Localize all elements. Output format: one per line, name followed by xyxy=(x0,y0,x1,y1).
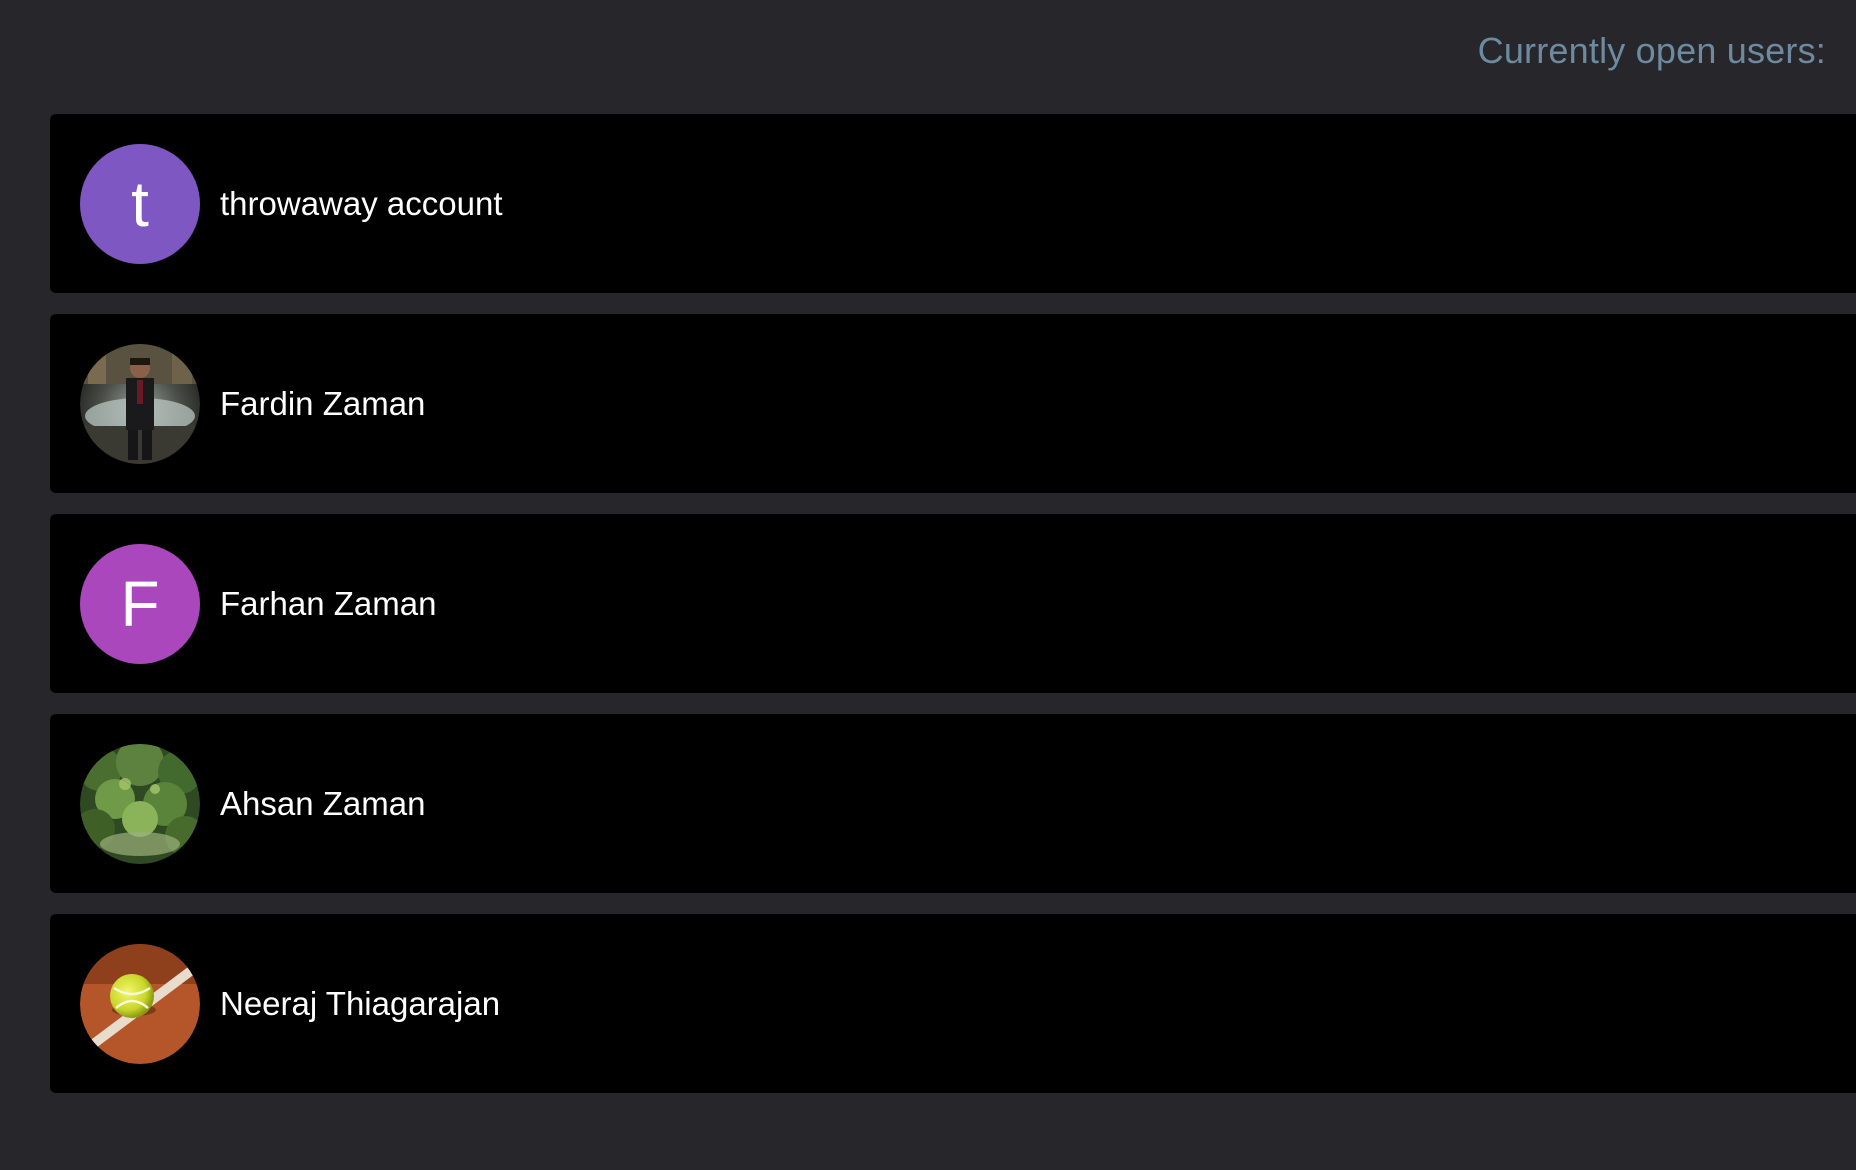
avatar-initial: F xyxy=(120,567,160,640)
avatar-initial: t xyxy=(131,167,149,240)
user-name: Fardin Zaman xyxy=(220,384,426,422)
avatar xyxy=(80,943,200,1064)
user-row-fardin-zaman[interactable]: Fardin Zaman xyxy=(50,314,1856,493)
user-row-farhan-zaman[interactable]: F Farhan Zaman xyxy=(50,514,1856,693)
user-name: throwaway account xyxy=(220,184,503,222)
forest-photo-icon xyxy=(80,743,200,864)
user-name: Ahsan Zaman xyxy=(220,784,426,822)
tennis-ball-photo-icon xyxy=(80,943,200,1064)
person-in-suit-photo-icon xyxy=(80,343,200,464)
user-list: t throwaway account Fardin Zaman F Farha… xyxy=(50,114,1856,1093)
user-name: Neeraj Thiagarajan xyxy=(220,984,501,1022)
user-row-throwaway-account[interactable]: t throwaway account xyxy=(50,114,1856,293)
user-name: Farhan Zaman xyxy=(220,584,437,622)
avatar: F xyxy=(80,543,200,664)
avatar xyxy=(80,743,200,864)
user-row-ahsan-zaman[interactable]: Ahsan Zaman xyxy=(50,714,1856,893)
user-row-neeraj-thiagarajan[interactable]: Neeraj Thiagarajan xyxy=(50,914,1856,1093)
avatar xyxy=(80,343,200,464)
page-title: Currently open users: xyxy=(1477,30,1826,71)
avatar: t xyxy=(80,143,200,264)
